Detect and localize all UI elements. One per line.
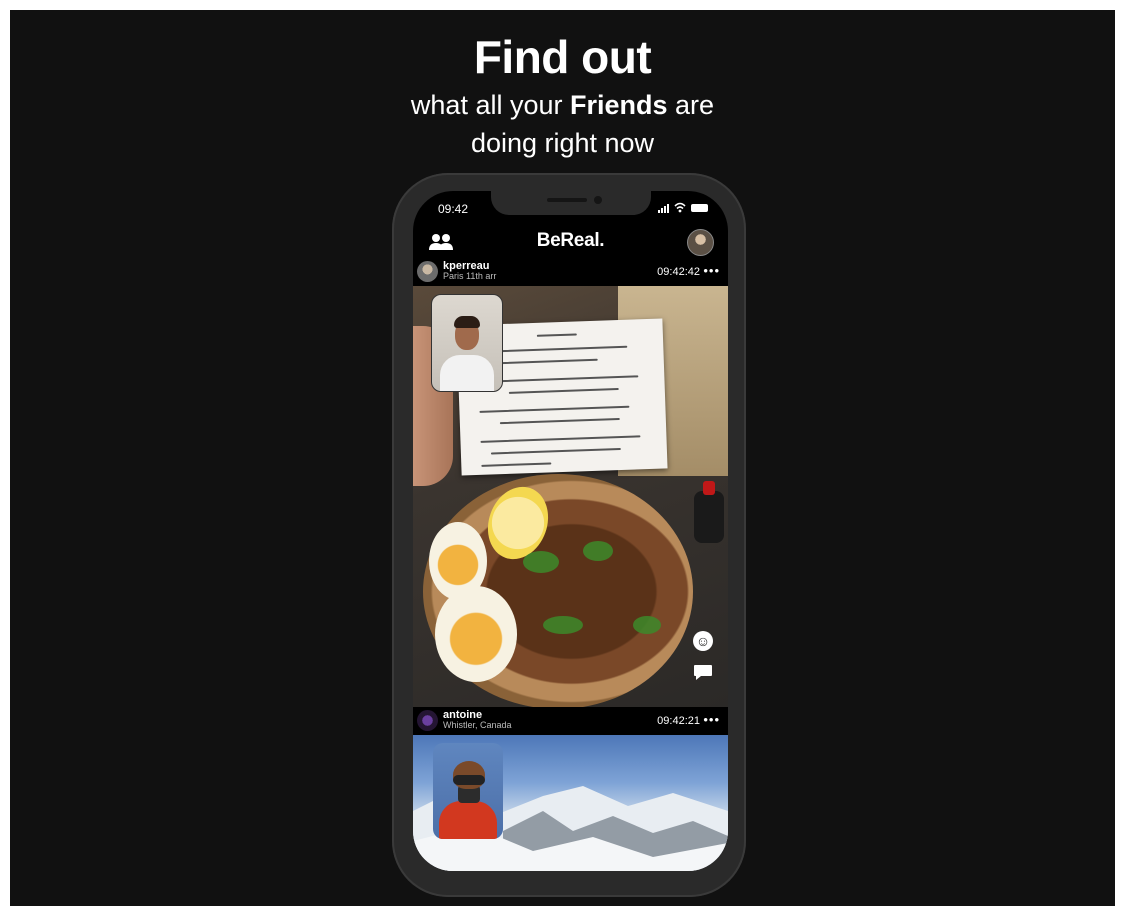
speaker [547, 198, 587, 202]
phone-notch [491, 191, 651, 215]
promo-subtitle-pre: what all your [410, 90, 570, 120]
post-location: Paris 11th arr [443, 271, 497, 281]
wifi-icon [674, 202, 686, 213]
signal-icon [658, 204, 669, 213]
comment-icon[interactable] [693, 664, 713, 681]
status-time: 09:42 [438, 202, 469, 216]
post-photo[interactable]: ☺ [413, 286, 728, 707]
avatar[interactable] [417, 261, 438, 282]
post-photo[interactable] [413, 735, 728, 871]
selfie-thumbnail[interactable] [433, 743, 503, 839]
more-options-icon[interactable]: ••• [703, 263, 720, 278]
promo-subtitle: what all your Friends are doing right no… [0, 86, 1125, 162]
battery-icon [691, 204, 708, 212]
post-time: 09:42:21 [657, 715, 700, 727]
post-location: Whistler, Canada [443, 720, 512, 730]
avatar[interactable] [417, 710, 438, 731]
more-options-icon[interactable]: ••• [703, 712, 720, 727]
smiley-icon[interactable]: ☺ [693, 631, 713, 651]
app-logo: BeReal. [536, 230, 605, 251]
promo-subtitle-post: are [667, 90, 715, 120]
app-header: BeReal. [413, 227, 728, 257]
post-header: antoine Whistler, Canada 09:42:21 ••• [413, 707, 728, 735]
post-time: 09:42:42 [657, 266, 700, 278]
front-camera [594, 196, 602, 204]
phone-screen: 09:42 BeReal. kperreau Paris 11th arr 09… [413, 191, 728, 871]
post-header: kperreau Paris 11th arr 09:42:42 ••• [413, 258, 728, 286]
profile-avatar[interactable] [687, 229, 714, 256]
photo-egg [435, 586, 517, 682]
promo-subtitle-bold: Friends [570, 90, 668, 120]
selfie-thumbnail[interactable] [431, 294, 503, 392]
promo-subtitle-line2: doing right now [470, 128, 655, 158]
promo-title: Find out [473, 31, 652, 83]
status-icons [658, 201, 708, 213]
photo-soy-bottle [694, 481, 724, 543]
